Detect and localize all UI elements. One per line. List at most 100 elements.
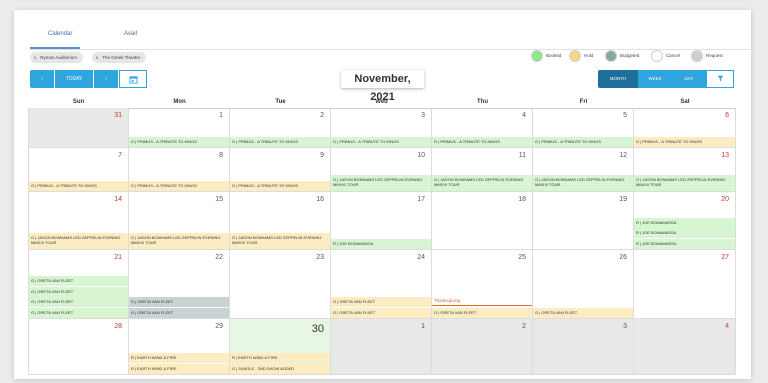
calendar-event[interactable]: G | PRIMUS - A TRIBUTE TO KINGS [432,136,532,147]
day-number: 27 [721,254,729,261]
calendar-event[interactable]: G | GRETA VAN FLEET [29,307,128,318]
day-cell[interactable]: 17 R | JOE BONAMASSA [331,192,432,250]
day-cell[interactable]: 8 G | PRIMUS - A TRIBUTE TO KINGS [129,148,230,192]
day-number: 20 [721,196,729,203]
calendar-event[interactable]: G | JASON BONHAMS LED ZEPPELIN EVENING M… [129,233,229,249]
calendar-event[interactable]: R | JOE BONAMASSA [634,238,735,249]
day-cell[interactable]: 28 [28,319,129,375]
next-month-button[interactable]: › [94,70,118,88]
legend-label-budgeted: Budgeted [620,53,640,58]
view-day-button[interactable]: DAY [672,70,706,88]
tab-avail[interactable]: Avail [124,31,137,37]
day-cell[interactable]: 14 G | JASON BONHAMS LED ZEPPELIN EVENING… [28,192,129,250]
calendar-event[interactable]: G | PRIMUS - A TRIBUTE TO KINGS [29,180,128,191]
day-cell[interactable]: 31 [28,108,129,148]
day-cell[interactable]: 23 [230,250,331,319]
day-cell[interactable]: 10 G | JASON BONHAMS LED ZEPPELIN EVENING… [331,148,432,192]
calendar-event[interactable]: R | JOE BONAMASSA [634,217,735,228]
prev-month-button[interactable]: ‹ [30,70,54,88]
calendar-event[interactable]: G | GRETA VAN FLEET [29,276,128,286]
calendar-event[interactable]: G | PRIMUS - A TRIBUTE TO KINGS [533,136,633,147]
legend-swatch-cancel [651,50,663,62]
calendar-event[interactable]: R | EARTH WIND & FIRE [129,363,229,374]
calendar-event[interactable]: G | GRETA VAN FLEET [533,307,633,318]
calendar-event[interactable]: G | GRETA VAN FLEET [29,297,128,307]
remove-filter-icon[interactable]: x [34,55,36,60]
day-cell[interactable]: 29 R | EARTH WIND & FIRE R | EARTH WIND & … [129,319,230,375]
day-number: 5 [623,112,627,119]
day-cell[interactable]: 2 [432,319,533,375]
day-cell[interactable]: 9 G | PRIMUS - A TRIBUTE TO KINGS [230,148,331,192]
day-cell[interactable]: 22 G | GRETA VAN FLEET G | GRETA VAN FLEET [129,250,230,319]
calendar-event[interactable]: G | GRETA VAN FLEET [129,307,229,318]
day-cell[interactable]: 26 G | GRETA VAN FLEET [533,250,634,319]
day-number: 6 [725,112,729,119]
calendar-event[interactable]: G | PRIMUS - A TRIBUTE TO KINGS [129,180,229,191]
day-cell[interactable]: 5 G | PRIMUS - A TRIBUTE TO KINGS [533,108,634,148]
calendar-event[interactable]: G | PRIMUS - A TRIBUTE TO KINGS [129,136,229,147]
remove-filter-icon[interactable]: x [96,55,98,60]
calendar-event[interactable]: G | JASON BONHAMS LED ZEPPELIN EVENING M… [230,233,330,249]
calendar-event[interactable]: R | EARTH WIND & FIRE [129,353,229,363]
holiday-divider [432,304,532,306]
date-picker-button[interactable] [119,70,147,88]
calendar-event[interactable]: R | EARTH WIND & FIRE [230,353,330,363]
tab-calendar[interactable]: Calendar [48,31,72,37]
day-cell[interactable]: 3 [533,319,634,375]
day-number: 3 [623,323,627,330]
calendar-event[interactable]: R | JOE BONAMASSA [331,238,431,249]
calendar-event[interactable]: G | PRIMUS - A TRIBUTE TO KINGS [230,180,330,191]
page-title: November, 2021 [341,70,424,103]
day-cell[interactable]: 24 G | GRETA VAN FLEET G | GRETA VAN FLEET [331,250,432,319]
filter-button[interactable] [706,70,734,88]
filter-chip-ryman[interactable]: x Ryman Auditorium [30,52,84,63]
day-cell[interactable]: 7 G | PRIMUS - A TRIBUTE TO KINGS [28,148,129,192]
legend-swatch-booked [531,50,543,62]
calendar-event[interactable]: G | JASON BONHAMS LED ZEPPELIN EVENING M… [634,175,735,191]
day-cell[interactable]: 25 Thanksgiving G | GRETA VAN FLEET [432,250,533,319]
calendar-event[interactable]: G | JASON BONHAMS LED ZEPPELIN EVENING M… [29,233,128,249]
today-button[interactable]: TODAY [55,70,93,88]
calendar-event[interactable]: G | GRETA VAN FLEET [432,307,532,318]
calendar-event[interactable]: G | JASON BONHAMS LED ZEPPELIN EVENING M… [432,175,532,191]
day-cell[interactable]: 21 G | GRETA VAN FLEET G | GRETA VAN FLEET… [28,250,129,319]
day-cell[interactable]: 6 G | PRIMUS - A TRIBUTE TO KINGS [634,108,736,148]
day-number: 31 [114,112,122,119]
day-cell[interactable]: 16 G | JASON BONHAMS LED ZEPPELIN EVENING… [230,192,331,250]
day-cell[interactable]: 2 G | PRIMUS - A TRIBUTE TO KINGS [230,108,331,148]
day-number: 14 [114,196,122,203]
day-cell[interactable]: 19 [533,192,634,250]
day-cell[interactable]: 3 G | PRIMUS - A TRIBUTE TO KINGS [331,108,432,148]
day-cell[interactable]: 11 G | JASON BONHAMS LED ZEPPELIN EVENING… [432,148,533,192]
view-month-button[interactable]: MONTH [598,70,638,88]
day-number: 19 [619,196,627,203]
day-number: 12 [619,152,627,159]
day-number: 10 [417,152,425,159]
filter-chip-label: The Greek Theatre [102,55,141,60]
filter-chip-greek[interactable]: x The Greek Theatre [92,52,147,63]
calendar-event[interactable]: G | GRETA VAN FLEET [331,297,431,307]
calendar-event[interactable]: G | PRIMUS - A TRIBUTE TO KINGS [634,136,735,147]
calendar-event[interactable]: G | GRETA VAN FLEET [29,286,128,297]
view-week-button[interactable]: WEEK [638,70,672,88]
day-cell[interactable]: 15 G | JASON BONHAMS LED ZEPPELIN EVENING… [129,192,230,250]
calendar-event[interactable]: G | JUNGLE - 2ND SHOW ADDED [230,363,330,374]
day-cell[interactable]: 13 G | JASON BONHAMS LED ZEPPELIN EVENING… [634,148,736,192]
calendar-event[interactable]: G | JASON BONHAMS LED ZEPPELIN EVENING M… [533,175,633,191]
day-cell[interactable]: 1 [331,319,432,375]
calendar-event[interactable]: G | GRETA VAN FLEET [331,307,431,318]
calendar-event[interactable]: G | JASON BONHAMS LED ZEPPELIN EVENING M… [331,175,431,191]
day-cell[interactable]: 18 [432,192,533,250]
day-cell[interactable]: 12 G | JASON BONHAMS LED ZEPPELIN EVENING… [533,148,634,192]
calendar-event[interactable]: G | GRETA VAN FLEET [129,297,229,307]
day-cell[interactable]: 4 [634,319,736,375]
day-cell[interactable]: 27 [634,250,736,319]
calendar-icon [128,76,138,84]
calendar-event[interactable]: G | PRIMUS - A TRIBUTE TO KINGS [331,136,431,147]
day-cell[interactable]: 20 R | JOE BONAMASSA R | JOE BONAMASSA R | … [634,192,736,250]
day-cell[interactable]: 4 G | PRIMUS - A TRIBUTE TO KINGS [432,108,533,148]
day-cell[interactable]: 1 G | PRIMUS - A TRIBUTE TO KINGS [129,108,230,148]
calendar-event[interactable]: G | PRIMUS - A TRIBUTE TO KINGS [230,136,330,147]
day-cell[interactable]: 30 R | EARTH WIND & FIRE G | JUNGLE - 2ND … [230,319,331,375]
calendar-event[interactable]: R | JOE BONAMASSA [634,228,735,238]
